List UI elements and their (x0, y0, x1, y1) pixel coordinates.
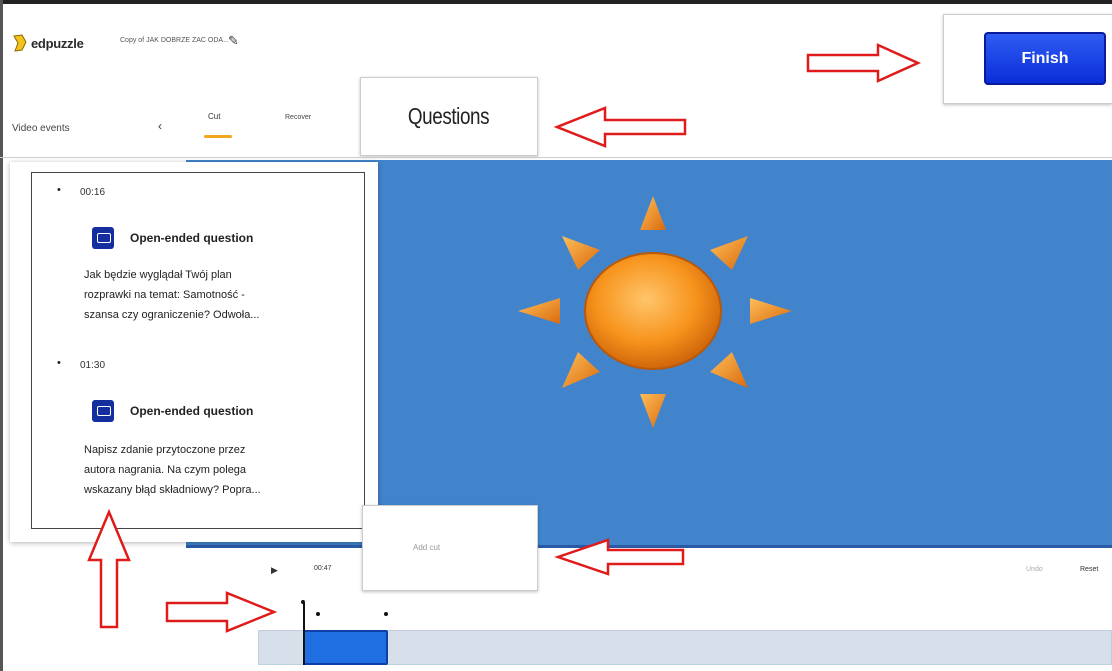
questions-tab-callout[interactable]: Questions (360, 77, 538, 156)
question-icon (92, 400, 114, 422)
event-time[interactable]: 00:16 (80, 187, 105, 198)
tab-cut[interactable]: Cut (208, 112, 220, 121)
pencil-icon[interactable]: ✎ (228, 33, 239, 49)
event-bullet: • (57, 357, 61, 369)
header-divider (0, 157, 1112, 158)
sun-image (518, 196, 792, 428)
arrow-to-questions (553, 106, 687, 148)
question-text-line: Jak będzie wyglądał Twój plan (84, 269, 232, 281)
question-text-line: rozprawki na temat: Samotność - (84, 289, 245, 301)
puzzle-icon (13, 34, 27, 52)
timeline-marker[interactable] (316, 612, 320, 616)
question-type[interactable]: Open-ended question (130, 404, 253, 418)
question-text-line: wskazany błąd składniowy? Popra... (84, 484, 261, 496)
undo-button[interactable]: Undo (1026, 566, 1043, 573)
chevron-left-icon[interactable]: ‹ (158, 119, 162, 133)
arrow-to-finish (806, 43, 922, 83)
arrow-to-timeline (165, 591, 278, 633)
question-text-line: autora nagrania. Na czym polega (84, 464, 247, 476)
tab-video-events[interactable]: Video events (12, 123, 70, 134)
window-top-border (0, 0, 1112, 4)
timeline-marker[interactable] (301, 600, 305, 604)
timeline-playhead[interactable] (303, 603, 305, 665)
finish-callout: Finish (943, 14, 1112, 104)
question-text-line: szansa czy ograniczenie? Odwoła... (84, 309, 260, 321)
event-bullet: • (57, 184, 61, 196)
tab-questions[interactable]: Questions (408, 103, 490, 130)
tab-recover[interactable]: Recover (285, 114, 311, 121)
question-text-line: Napisz zdanie przytoczone przez (84, 444, 246, 456)
active-tab-underline (204, 135, 232, 138)
play-icon[interactable]: ▶ (271, 565, 278, 576)
timeline-cut-selection[interactable] (303, 630, 388, 665)
add-cut-button[interactable]: Add cut (413, 543, 440, 552)
logo-text: edpuzzle (31, 35, 84, 51)
event-time[interactable]: 01:30 (80, 360, 105, 371)
window-left-border (0, 0, 3, 671)
timeline-marker[interactable] (384, 612, 388, 616)
question-icon (92, 227, 114, 249)
reset-button[interactable]: Reset (1080, 566, 1098, 573)
add-cut-callout: Add cut (362, 505, 538, 591)
finish-button[interactable]: Finish (984, 32, 1106, 85)
edpuzzle-logo[interactable]: edpuzzle (12, 34, 84, 52)
document-title: Copy of JAK DOBRZE ZAC ODA... (120, 37, 229, 44)
time-code: 00:47 (314, 565, 332, 572)
question-type[interactable]: Open-ended question (130, 231, 253, 245)
video-bottom-border (186, 545, 1112, 548)
